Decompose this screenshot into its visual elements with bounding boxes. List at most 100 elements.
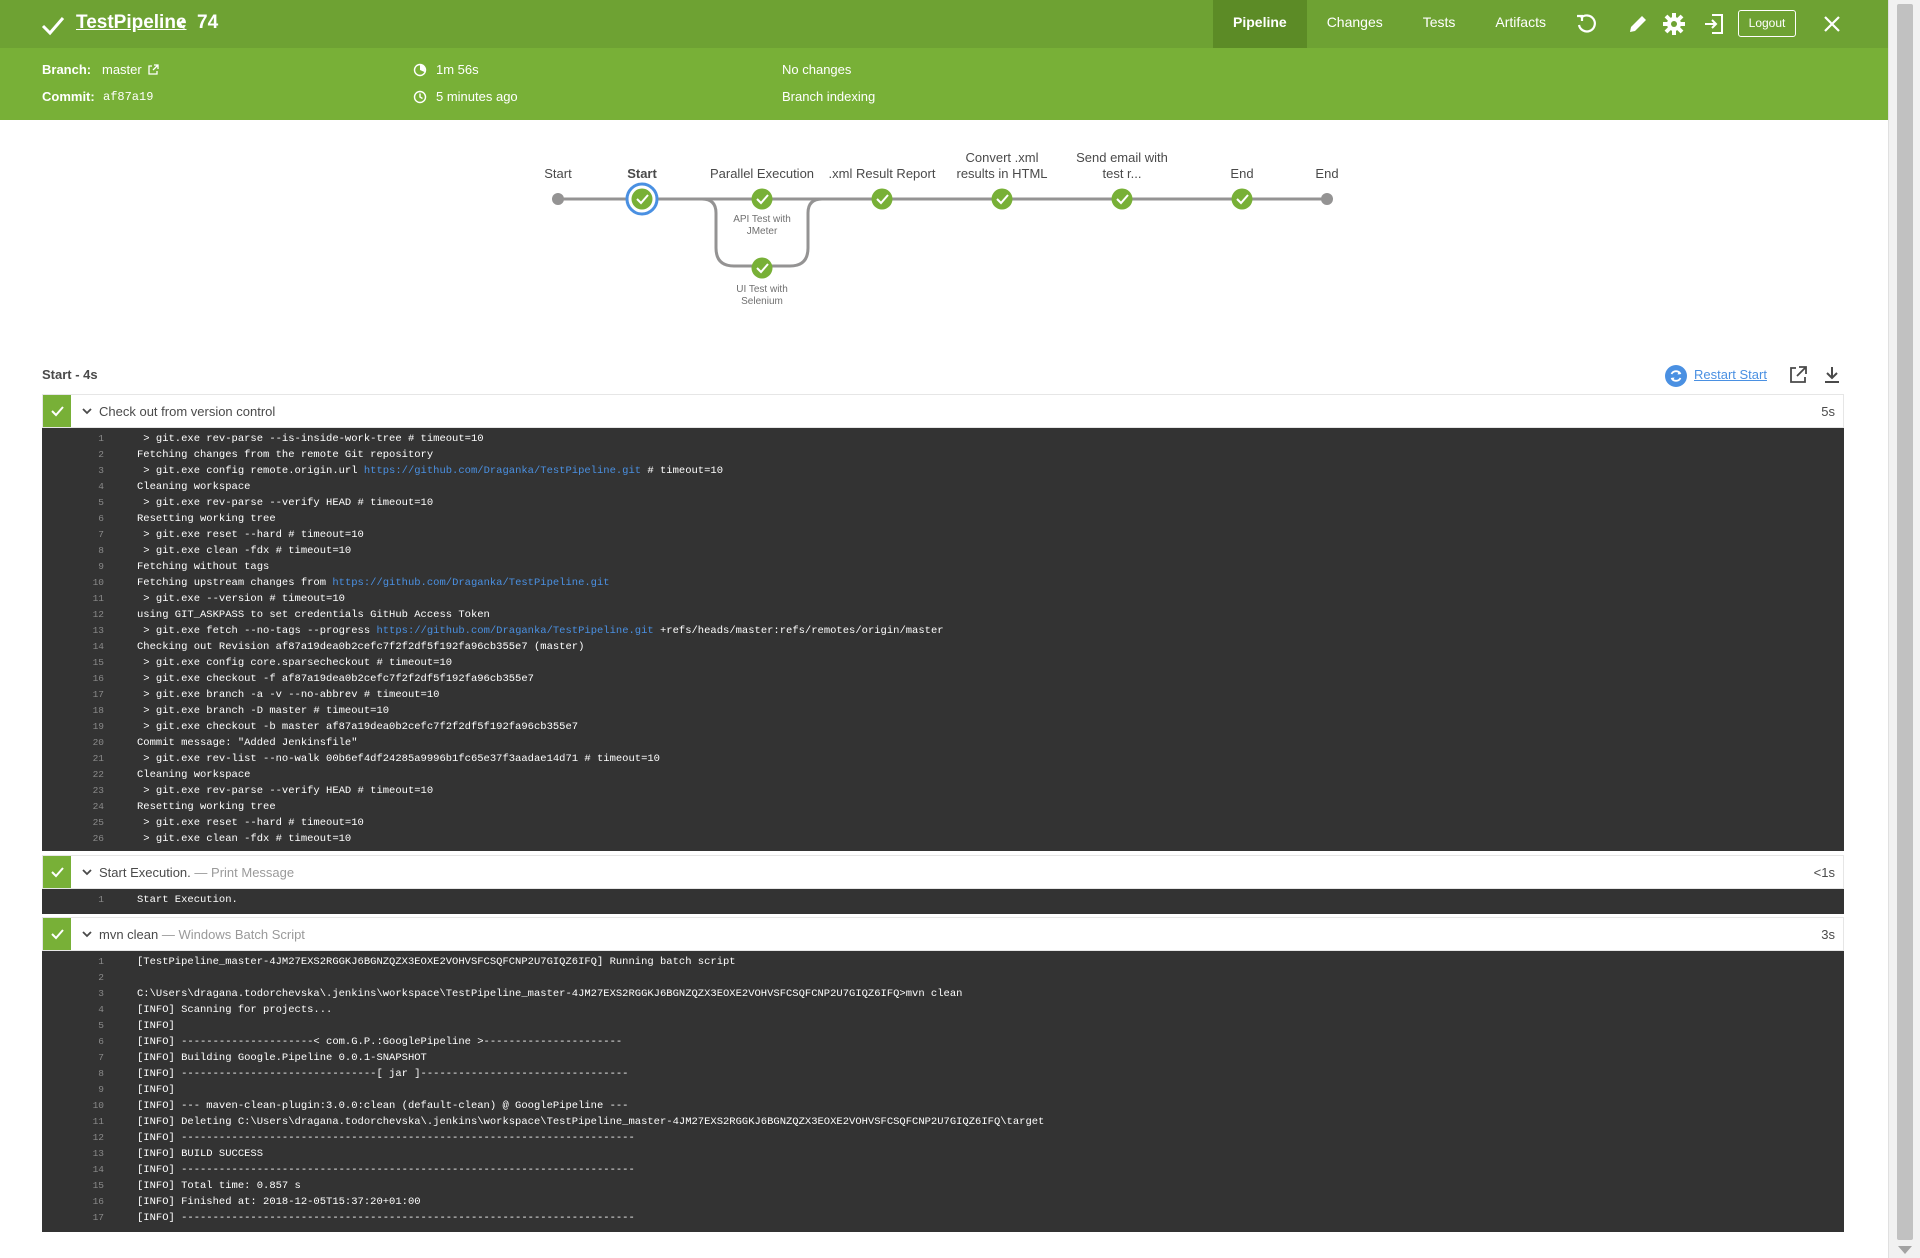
settings-icon[interactable]	[1662, 12, 1686, 36]
log-line-number[interactable]: 12	[42, 607, 104, 623]
log-line-number[interactable]: 12	[42, 1130, 104, 1146]
log-line-number[interactable]: 11	[42, 591, 104, 607]
log-line-number[interactable]: 18	[42, 703, 104, 719]
log-line-number[interactable]: 21	[42, 751, 104, 767]
node-xml-result-report[interactable]	[871, 188, 893, 210]
node-end-success[interactable]	[1231, 188, 1253, 210]
tab-changes[interactable]: Changes	[1307, 0, 1403, 48]
log-line-number[interactable]: 8	[42, 1066, 104, 1082]
step-name-text: Start Execution.	[99, 865, 191, 880]
external-link-icon[interactable]	[147, 64, 159, 76]
vertical-scrollbar[interactable]	[1888, 0, 1920, 1258]
pipeline-graph-nodes	[552, 182, 1333, 279]
step-duration: <1s	[1813, 865, 1835, 880]
chevron-down-icon[interactable]	[81, 866, 93, 878]
log-line-number[interactable]: 24	[42, 799, 104, 815]
log-line-number[interactable]: 14	[42, 1162, 104, 1178]
log-line: 4 Cleaning workspace	[42, 479, 1844, 495]
log-line-number[interactable]: 2	[42, 970, 104, 986]
log-line-number[interactable]: 13	[42, 623, 104, 639]
log-url-link[interactable]: https://github.com/Draganka/TestPipeline…	[376, 625, 653, 637]
log-line-number[interactable]: 20	[42, 735, 104, 751]
step-mvn-clean-header[interactable]: mvn clean — Windows Batch Script 3s	[42, 917, 1844, 951]
log-line-text: > git.exe branch -a -v --no-abbrev # tim…	[137, 689, 440, 701]
log-line-number[interactable]: 10	[42, 575, 104, 591]
branch-value-link[interactable]: master	[102, 62, 142, 77]
log-line-number[interactable]: 5	[42, 1018, 104, 1034]
open-log-external-icon[interactable]	[1788, 365, 1808, 385]
log-line-number[interactable]: 2	[42, 447, 104, 463]
log-text-segment: > git.exe config remote.origin.url	[137, 465, 364, 477]
log-line-number[interactable]: 1	[42, 431, 104, 447]
node-start-not-built[interactable]	[552, 193, 564, 205]
node-ui-test-selenium[interactable]	[751, 257, 773, 279]
log-line-number[interactable]: 19	[42, 719, 104, 735]
tab-artifacts[interactable]: Artifacts	[1475, 0, 1566, 48]
log-line: 24 Resetting working tree	[42, 799, 1844, 815]
node-end-not-built[interactable]	[1321, 193, 1333, 205]
step-checkout-header[interactable]: Check out from version control 5s	[42, 394, 1844, 428]
log-line-number[interactable]: 11	[42, 1114, 104, 1130]
log-line-number[interactable]: 10	[42, 1098, 104, 1114]
log-url-link[interactable]: https://github.com/Draganka/TestPipeline…	[332, 577, 609, 589]
chevron-down-icon[interactable]	[81, 405, 93, 417]
log-line-number[interactable]: 13	[42, 1146, 104, 1162]
log-line-number[interactable]: 9	[42, 1082, 104, 1098]
log-line-number[interactable]: 17	[42, 687, 104, 703]
log-line-text: [INFO]	[137, 1020, 175, 1032]
log-line: 17 > git.exe branch -a -v --no-abbrev # …	[42, 687, 1844, 703]
log-line-number[interactable]: 15	[42, 1178, 104, 1194]
log-line-number[interactable]: 4	[42, 1002, 104, 1018]
log-line-number[interactable]: 1	[42, 892, 104, 908]
edit-icon[interactable]	[1626, 12, 1650, 36]
node-api-test-jmeter[interactable]	[751, 188, 773, 210]
log-line-number[interactable]: 15	[42, 655, 104, 671]
node-send-email[interactable]	[1111, 188, 1133, 210]
log-url-link[interactable]: https://github.com/Draganka/TestPipeline…	[364, 465, 641, 477]
log-line-number[interactable]: 22	[42, 767, 104, 783]
log-line-text: [INFO] BUILD SUCCESS	[137, 1148, 264, 1160]
log-line-number[interactable]: 14	[42, 639, 104, 655]
scroll-down-arrow-icon[interactable]	[1898, 1246, 1912, 1254]
step-success-indicator	[43, 918, 71, 950]
tab-tests[interactable]: Tests	[1403, 0, 1476, 48]
log-line-number[interactable]: 9	[42, 559, 104, 575]
close-icon[interactable]	[1820, 12, 1844, 36]
log-line-number[interactable]: 6	[42, 511, 104, 527]
step-start-execution-header[interactable]: Start Execution. — Print Message <1s	[42, 855, 1844, 889]
log-line-text: Checking out Revision af87a19dea0b2cefc7…	[137, 641, 585, 653]
log-line-number[interactable]: 6	[42, 1034, 104, 1050]
tab-pipeline[interactable]: Pipeline	[1213, 0, 1307, 48]
log-line-number[interactable]: 3	[42, 463, 104, 479]
log-line-text: > git.exe fetch --no-tags --progress htt…	[137, 623, 943, 639]
log-line-number[interactable]: 7	[42, 527, 104, 543]
scrollbar-thumb[interactable]	[1897, 4, 1913, 1240]
log-line-text: > git.exe clean -fdx # timeout=10	[137, 545, 352, 557]
log-line-number[interactable]: 8	[42, 543, 104, 559]
log-line-number[interactable]: 16	[42, 671, 104, 687]
log-line-number[interactable]: 4	[42, 479, 104, 495]
log-line-number[interactable]: 16	[42, 1194, 104, 1210]
exit-classic-icon[interactable]	[1702, 12, 1726, 36]
log-line-number[interactable]: 1	[42, 954, 104, 970]
node-convert-xml[interactable]	[991, 188, 1013, 210]
restart-stage-link[interactable]: Restart Start	[1694, 367, 1767, 382]
log-line: 19 > git.exe checkout -b master af87a19d…	[42, 719, 1844, 735]
restart-stage-icon[interactable]	[1664, 364, 1688, 388]
log-line-number[interactable]: 26	[42, 831, 104, 847]
log-line: 2 Fetching changes from the remote Git re…	[42, 447, 1844, 463]
log-line-number[interactable]: 17	[42, 1210, 104, 1226]
log-line-number[interactable]: 7	[42, 1050, 104, 1066]
download-log-icon[interactable]	[1822, 365, 1842, 385]
log-line-number[interactable]: 23	[42, 783, 104, 799]
log-line-number[interactable]: 25	[42, 815, 104, 831]
logout-button[interactable]: Logout	[1738, 10, 1796, 37]
chevron-down-icon[interactable]	[81, 928, 93, 940]
log-line-text: Commit message: "Added Jenkinsfile"	[137, 737, 358, 749]
node-start-selected[interactable]	[625, 182, 659, 216]
pipeline-name-link[interactable]: TestPipeline	[76, 12, 187, 34]
replay-icon[interactable]	[1574, 12, 1598, 36]
log-line-number[interactable]: 3	[42, 986, 104, 1002]
log-line: 3 C:\Users\dragana.todorchevska\.jenkins\…	[42, 986, 1844, 1002]
log-line-number[interactable]: 5	[42, 495, 104, 511]
